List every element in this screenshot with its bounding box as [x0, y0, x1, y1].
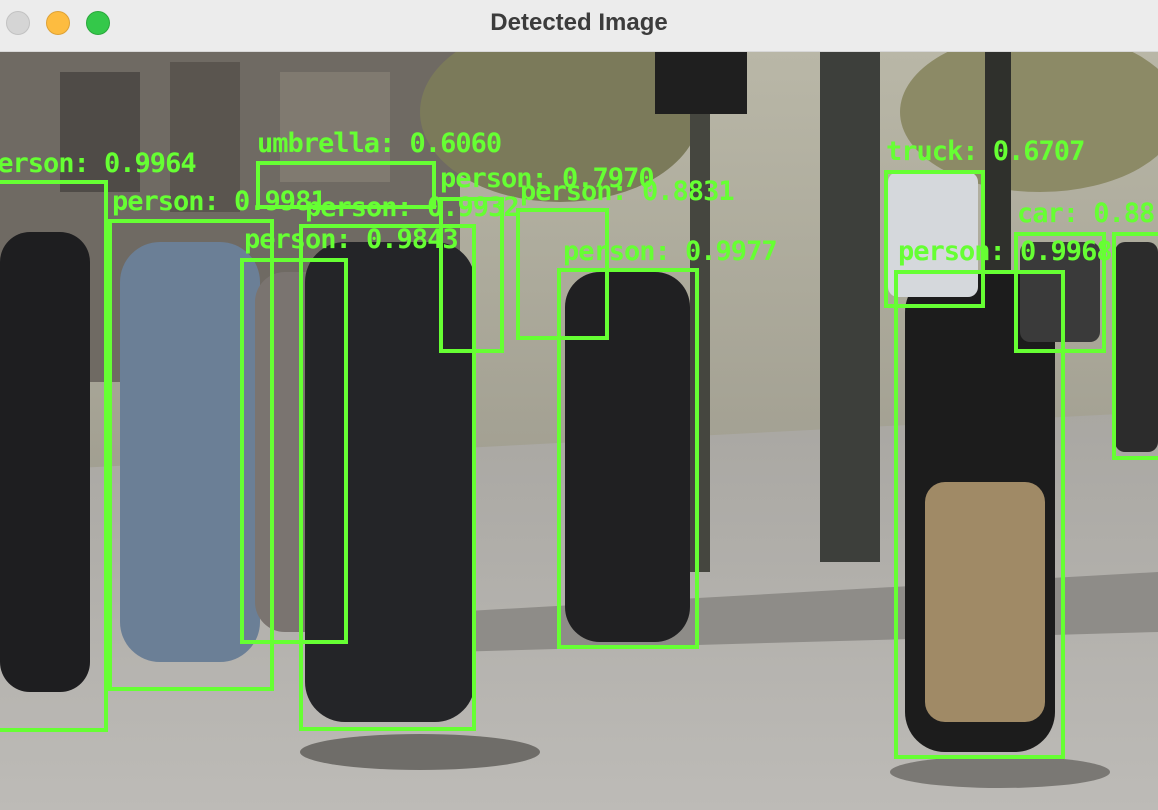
detection-label-truck: truck: 0.6707 [886, 136, 1085, 167]
detection-label-umbrella: umbrella: 0.6060 [257, 128, 502, 159]
detection-label-person-7: person: 0.9977 [563, 236, 778, 267]
app-window: Detected Image person: 0.9964 umbrella: … [0, 0, 1158, 810]
detection-label-person-8: person: 0.9968 [898, 236, 1113, 267]
detection-label-person-6: person: 0.8831 [520, 176, 735, 207]
detection-box-person-1 [0, 180, 108, 732]
detection-box-person-7 [557, 268, 699, 649]
window-title: Detected Image [490, 9, 668, 36]
detection-label-person-4: person: 0.9843 [244, 224, 459, 255]
detection-box-car-2 [1112, 232, 1158, 460]
detection-box-person-8 [894, 270, 1065, 759]
detection-box-person-4 [240, 258, 348, 644]
detection-box-person-5 [439, 197, 504, 353]
detected-image: person: 0.9964 umbrella: 0.6060 person: … [0, 52, 1158, 810]
detection-label-person-1: person: 0.9964 [0, 148, 197, 179]
title-bar[interactable]: Detected Image [0, 0, 1158, 52]
detection-label-person-2: person: 0.9981 [112, 186, 327, 217]
detection-label-car: car: 0.88 [1017, 198, 1155, 229]
